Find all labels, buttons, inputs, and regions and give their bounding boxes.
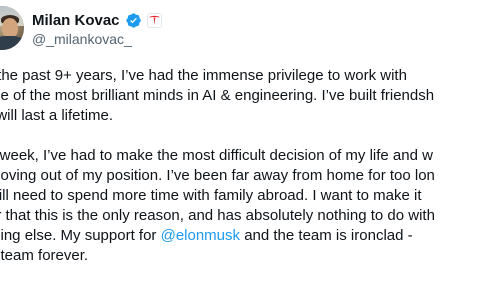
tweet-line-text: thing else. My support for <box>0 227 161 244</box>
tweet-line: me of the most brilliant minds in AI & e… <box>0 87 435 104</box>
author-display-name[interactable]: Milan Kovac <box>32 12 120 29</box>
tweet-line: s week, I’ve had to make the most diffic… <box>0 147 433 164</box>
author-name-row: Milan Kovac <box>32 10 162 30</box>
tweet-line: will need to spend more time with family… <box>0 187 422 204</box>
tweet-card: Milan Kovac @_milankovac_ r the past 9+ … <box>0 0 480 300</box>
author-avatar[interactable] <box>0 6 24 50</box>
tweet-paragraph-1: r the past 9+ years, I’ve had the immens… <box>0 66 480 126</box>
tweet-line: t will last a lifetime. <box>0 107 114 124</box>
mention-link[interactable]: @elonmusk <box>161 227 240 244</box>
tweet-line-text: and the team is ironclad - <box>240 227 413 244</box>
tweet-line: moving out of my position. I’ve been far… <box>0 167 435 184</box>
author-handle[interactable]: @_milankovac_ <box>32 31 132 47</box>
tweet-line: ar that this is the only reason, and has… <box>0 207 435 224</box>
tesla-logo-icon[interactable] <box>146 12 162 28</box>
tweet-line-with-mention: thing else. My support for @elonmusk and… <box>0 226 480 246</box>
tweet-paragraph-2: s week, I’ve had to make the most diffic… <box>0 146 480 266</box>
tweet-line: r the past 9+ years, I’ve had the immens… <box>0 67 407 84</box>
verified-badge-icon[interactable] <box>125 12 142 29</box>
tweet-text: r the past 9+ years, I’ve had the immens… <box>0 66 480 266</box>
tweet-line: a team forever. <box>0 247 89 264</box>
